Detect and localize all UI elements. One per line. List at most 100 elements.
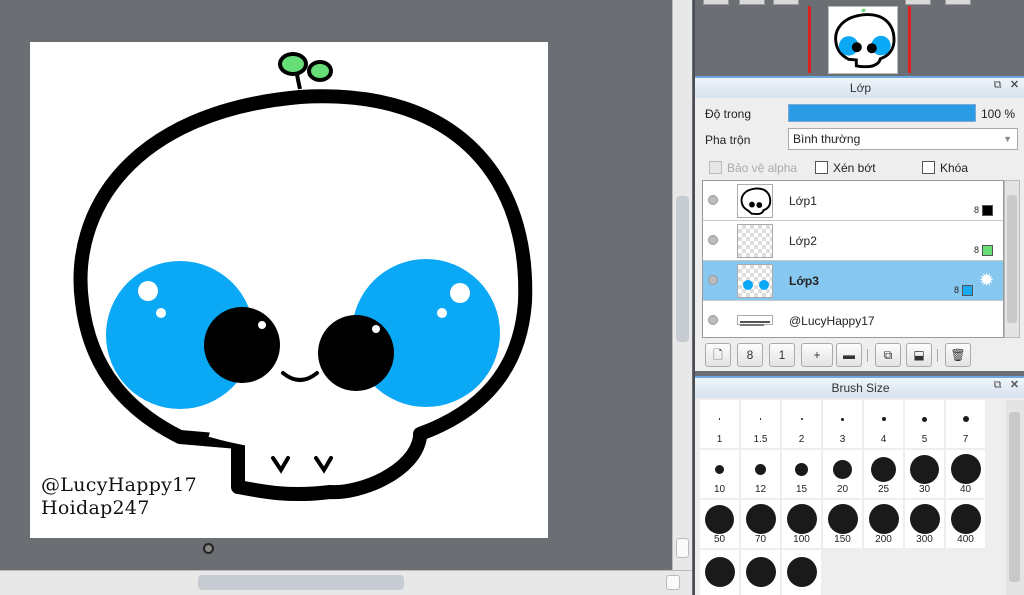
layer-row[interactable]: @LucyHappy17 <box>703 301 1003 337</box>
brush-size-label: 5 <box>921 434 928 445</box>
sprout-leaf-left <box>278 52 308 76</box>
layer-panel-title: Lớp <box>695 76 1024 98</box>
brush-size-cell[interactable]: 12 <box>741 450 780 498</box>
brush-size-cell[interactable]: 70 <box>741 500 780 548</box>
layer-list-scroll-thumb[interactable] <box>1007 195 1017 323</box>
protect-alpha-label: Bảo vệ alpha <box>727 161 798 175</box>
horizontal-scroll-end-button[interactable] <box>666 575 680 590</box>
brush-size-cell[interactable]: 30 <box>905 450 944 498</box>
canvas-vertical-scrollbar[interactable] <box>672 0 692 570</box>
chevron-down-icon: ▼ <box>1003 134 1012 144</box>
brush-size-dot <box>745 557 776 587</box>
brush-size-cell[interactable]: 1 <box>700 400 739 448</box>
duplicate-layer-icon[interactable]: ⧉ <box>875 343 901 367</box>
canvas-area[interactable]: @LucyHappy17 Hoidap247 <box>0 0 692 595</box>
horizontal-scroll-thumb[interactable] <box>198 575 404 590</box>
brush-size-cell[interactable]: 4 <box>864 400 903 448</box>
brush-size-label: 10 <box>713 484 726 495</box>
layer-color-swatch <box>962 285 973 296</box>
visibility-icon[interactable] <box>708 235 718 245</box>
protect-alpha-checkbox[interactable]: Bảo vệ alpha <box>709 161 797 175</box>
layer-thumbnail <box>737 224 773 258</box>
brush-size-cell[interactable]: 40 <box>946 450 985 498</box>
brush-size-cell[interactable]: 5 <box>905 400 944 448</box>
navigator-button[interactable] <box>703 0 729 5</box>
folder-icon[interactable]: ▬ <box>836 343 862 367</box>
visibility-icon[interactable] <box>708 315 718 325</box>
brush-size-label: 7 <box>962 434 969 445</box>
navigator-button[interactable] <box>739 0 765 5</box>
brush-size-cell[interactable]: 50 <box>700 500 739 548</box>
canvas-horizontal-scrollbar[interactable] <box>0 570 692 595</box>
brush-size-cell[interactable]: 10 <box>700 450 739 498</box>
rotation-pivot-icon[interactable] <box>203 543 214 554</box>
brush-size-cell[interactable]: 15 <box>782 450 821 498</box>
brush-size-cell[interactable]: 400 <box>946 500 985 548</box>
brush-panel-scrollbar[interactable] <box>1006 400 1024 595</box>
new-layer-icon[interactable]: 🗋 <box>705 343 731 367</box>
lock-checkbox[interactable]: Khóa <box>922 161 968 175</box>
brush-size-label: 2 <box>798 434 805 445</box>
brush-size-cell[interactable]: 3 <box>823 400 862 448</box>
visibility-icon[interactable] <box>708 195 718 205</box>
add-special-layer-icon[interactable]: + <box>801 343 833 367</box>
brush-size-dot <box>800 418 803 420</box>
new-8bit-layer-icon[interactable]: 8 <box>737 343 763 367</box>
brush-size-cell[interactable] <box>700 550 739 595</box>
brush-size-label: 200 <box>875 534 892 545</box>
layer-row-selected[interactable]: Lớp3 8 ✹ <box>703 261 1003 301</box>
layer-bit-badge: 8 <box>974 205 980 215</box>
blend-mode-select[interactable]: Bình thường ▼ <box>788 128 1018 150</box>
brush-size-dot <box>759 418 762 420</box>
vertical-scroll-thumb[interactable] <box>676 196 689 342</box>
layer-row[interactable]: Lớp2 8 <box>703 221 1003 261</box>
brush-size-label: 1 <box>716 434 723 445</box>
navigator-button[interactable] <box>945 0 971 5</box>
brush-size-cell[interactable]: 2 <box>782 400 821 448</box>
watermark-line-2: Hoidap247 <box>41 497 150 519</box>
brush-panel-title: Brush Size <box>695 376 1024 398</box>
navigator-button[interactable] <box>905 0 931 5</box>
undock-icon[interactable]: ⧉ <box>991 79 1004 92</box>
layer-list[interactable]: Lớp1 8 Lớp2 8 Lớp3 8 ✹ @LucyHappy17 <box>702 180 1004 338</box>
opacity-slider[interactable] <box>788 104 976 122</box>
brush-size-cell[interactable]: 20 <box>823 450 862 498</box>
brush-size-dot <box>833 459 852 479</box>
blend-mode-value: Bình thường <box>793 132 861 146</box>
brush-size-cell[interactable]: 1.5 <box>741 400 780 448</box>
brush-size-label: 100 <box>793 534 810 545</box>
brush-size-panel: Brush Size ⧉ ✕ 1 1.5 2 3 4 5 7 10 12 15 20 25 30 40 50… <box>695 376 1024 595</box>
brush-size-cell[interactable]: 7 <box>946 400 985 448</box>
brush-size-label: 30 <box>918 484 931 495</box>
brush-size-dot <box>910 454 939 484</box>
layer-list-scrollbar[interactable] <box>1004 180 1020 338</box>
gear-icon[interactable]: ✹ <box>979 270 994 291</box>
close-icon[interactable]: ✕ <box>1008 79 1021 92</box>
brush-size-cell[interactable] <box>782 550 821 595</box>
layer-name: Lớp3 <box>789 274 819 288</box>
clipping-checkbox[interactable]: Xén bớt <box>815 161 876 175</box>
brush-size-dot <box>715 464 724 474</box>
vertical-scroll-end-button[interactable] <box>676 538 689 558</box>
brush-scroll-thumb[interactable] <box>1009 412 1020 582</box>
brush-size-label: 70 <box>754 534 767 545</box>
brush-size-cell[interactable]: 100 <box>782 500 821 548</box>
undock-icon[interactable]: ⧉ <box>991 379 1004 392</box>
brush-size-cell[interactable]: 25 <box>864 450 903 498</box>
brush-size-cell[interactable]: 200 <box>864 500 903 548</box>
brush-size-label: 15 <box>795 484 808 495</box>
navigator-button[interactable] <box>773 0 799 5</box>
close-icon[interactable]: ✕ <box>1008 379 1021 392</box>
delete-layer-icon[interactable]: 🗑 <box>945 343 971 367</box>
new-1bit-layer-icon[interactable]: 1 <box>769 343 795 367</box>
brush-size-label: 1.5 <box>753 434 768 445</box>
artboard[interactable]: @LucyHappy17 Hoidap247 <box>30 42 548 538</box>
brush-size-cell[interactable] <box>741 550 780 595</box>
layer-row[interactable]: Lớp1 8 <box>703 181 1003 221</box>
brush-size-cell[interactable]: 300 <box>905 500 944 548</box>
navigator-thumbnail[interactable] <box>828 6 898 74</box>
brush-size-cell[interactable]: 150 <box>823 500 862 548</box>
brush-size-label: 3 <box>839 434 846 445</box>
visibility-icon[interactable] <box>708 275 718 285</box>
merge-down-icon[interactable]: ⬓ <box>906 343 932 367</box>
